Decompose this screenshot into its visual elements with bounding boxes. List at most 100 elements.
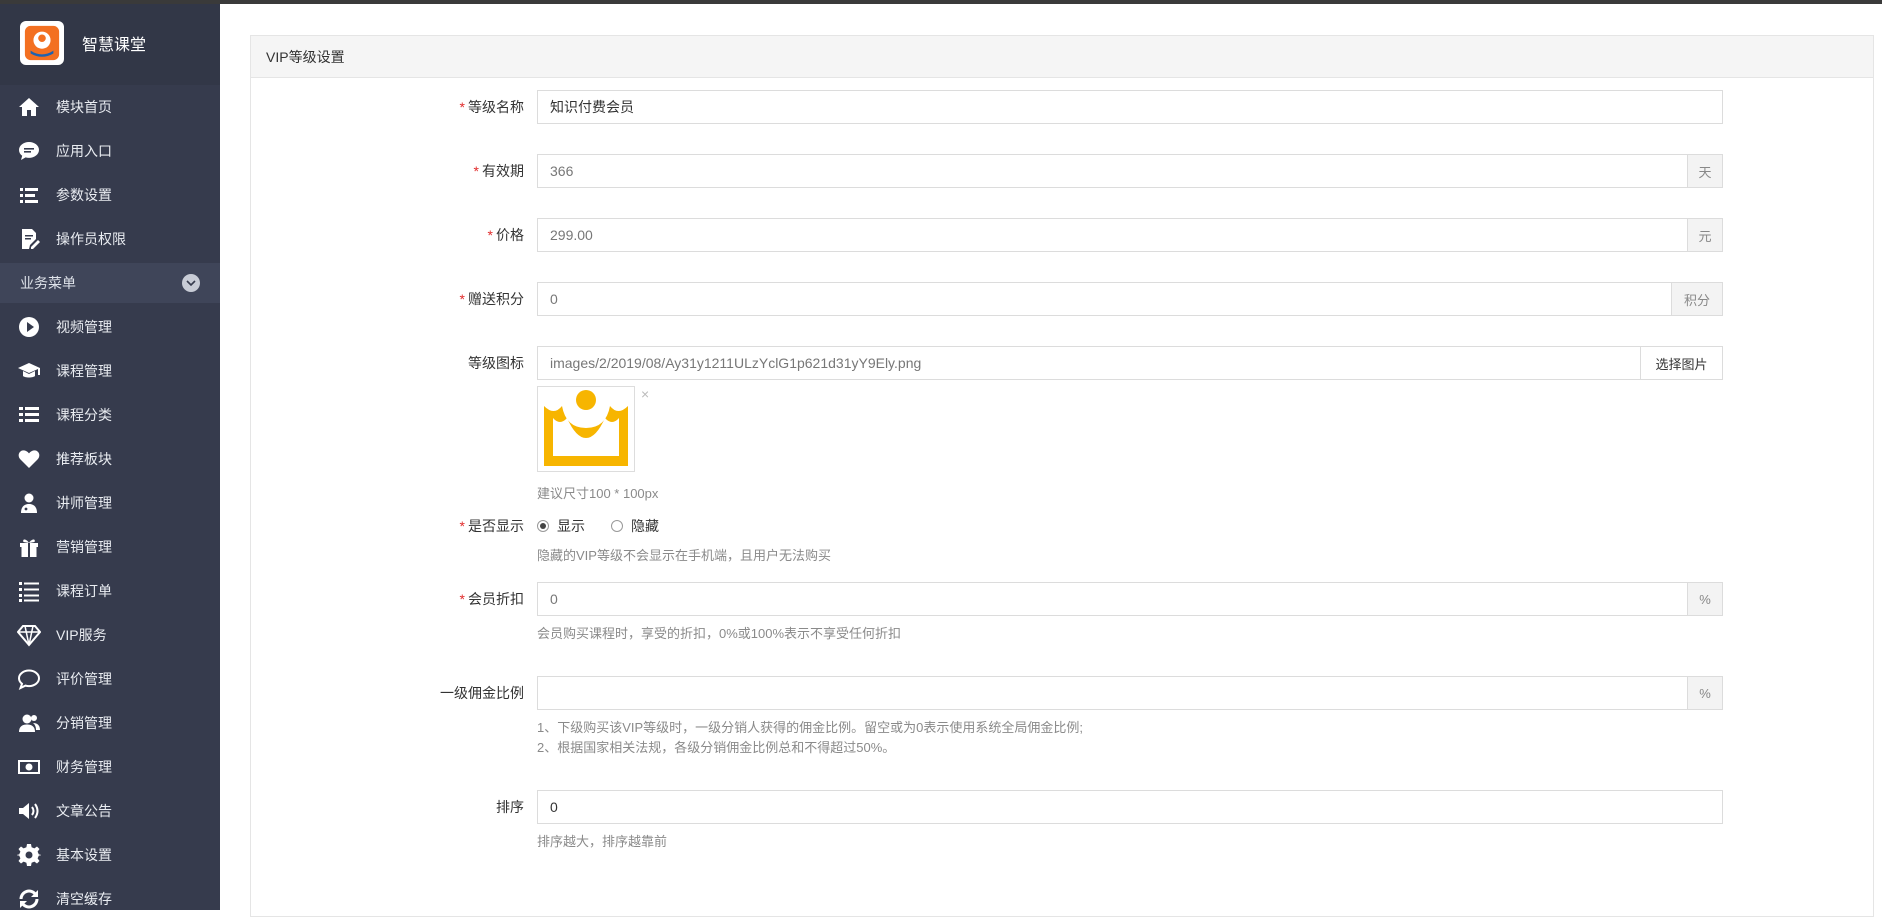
sidebar-item-finance[interactable]: 财务管理 (0, 745, 220, 789)
discount-label: * 会员折扣 (251, 582, 524, 616)
sidebar-item-review[interactable]: 评价管理 (0, 657, 220, 701)
gift-icon (16, 534, 42, 560)
radio-unchecked-icon[interactable] (611, 520, 623, 532)
discount-field-wrap: % (537, 582, 1723, 616)
sidebar-item-clear-cache[interactable]: 清空缓存 (0, 877, 220, 921)
refresh-icon (16, 886, 42, 912)
level-name-input[interactable] (538, 91, 1722, 123)
money-icon (16, 754, 42, 780)
sidebar-item-teacher[interactable]: 讲师管理 (0, 481, 220, 525)
points-input[interactable] (538, 283, 1671, 315)
sidebar-item-label: 财务管理 (56, 759, 112, 775)
sort-help: 排序越大，排序越靠前 (537, 834, 668, 849)
sort-label: 排序 (496, 799, 524, 815)
section-title: 业务菜单 (20, 275, 76, 291)
radio-checked-icon[interactable] (537, 520, 549, 532)
validity-input[interactable] (538, 155, 1687, 187)
display-radio-group: 显示 隐藏 (537, 509, 685, 543)
sidebar-item-parameter-settings[interactable]: 参数设置 (0, 173, 220, 217)
sidebar-item-label: 营销管理 (56, 539, 112, 555)
discount-unit: % (1687, 583, 1722, 615)
graduation-cap-icon (16, 358, 42, 384)
points-label: * 赠送积分 (251, 282, 524, 316)
sidebar-item-label: 课程订单 (56, 583, 112, 599)
level-icon-help: 建议尺寸100 * 100px (537, 486, 659, 501)
level-name-label: * 等级名称 (251, 90, 524, 124)
price-label: * 价格 (251, 218, 524, 252)
commission-help-1: 1、下级购买该VIP等级时，一级分销人获得的佣金比例。留空或为0表示使用系统全局… (537, 720, 1084, 735)
home-icon (16, 94, 42, 120)
validity-label: * 有效期 (251, 154, 524, 188)
commission-help-2: 2、根据国家相关法规，各级分销佣金比例总和不得超过50%。 (537, 740, 896, 755)
sidebar-item-label: 课程分类 (56, 407, 112, 423)
business-menu-header[interactable]: 业务菜单 (0, 263, 220, 303)
sidebar-item-course-order[interactable]: 课程订单 (0, 569, 220, 613)
sidebar-item-app-entry[interactable]: 应用入口 (0, 129, 220, 173)
sidebar-item-label: 推荐板块 (56, 451, 112, 467)
required-mark: * (487, 227, 493, 243)
crown-icon (540, 388, 632, 470)
sidebar-item-vip[interactable]: VIP服务 (0, 613, 220, 657)
sidebar-item-label: 评价管理 (56, 671, 112, 687)
price-input[interactable] (538, 219, 1687, 251)
display-show-radio[interactable]: 显示 (537, 516, 585, 536)
commission-label: 一级佣金比例 (440, 685, 524, 701)
sidebar-item-label: 基本设置 (56, 847, 112, 863)
display-hide-radio[interactable]: 隐藏 (611, 516, 659, 536)
comment-icon (16, 666, 42, 692)
document-edit-icon (16, 226, 42, 252)
sidebar-item-module-home[interactable]: 模块首页 (0, 85, 220, 129)
commission-input[interactable] (538, 677, 1687, 709)
sidebar-item-operator-permissions[interactable]: 操作员权限 (0, 217, 220, 261)
sidebar-item-label: VIP服务 (56, 627, 107, 643)
sidebar-item-basic-settings[interactable]: 基本设置 (0, 833, 220, 877)
choose-image-button[interactable]: 选择图片 (1640, 347, 1722, 379)
label-text: 价格 (496, 227, 524, 243)
radio-label: 隐藏 (631, 518, 659, 534)
play-circle-icon (16, 314, 42, 340)
sidebar-item-label: 课程管理 (56, 363, 112, 379)
sidebar-item-video[interactable]: 视频管理 (0, 305, 220, 349)
sidebar-item-recommend[interactable]: 推荐板块 (0, 437, 220, 481)
level-icon-label: 等级图标 (468, 355, 524, 371)
sidebar-item-course-category[interactable]: 课程分类 (0, 393, 220, 437)
display-help: 隐藏的VIP等级不会显示在手机端，且用户无法购买 (537, 548, 831, 563)
price-unit: 元 (1687, 219, 1722, 251)
level-icon-path-input[interactable] (538, 347, 1640, 379)
sidebar-item-course[interactable]: 课程管理 (0, 349, 220, 393)
sidebar-item-label: 文章公告 (56, 803, 112, 819)
sidebar-item-label: 操作员权限 (56, 231, 126, 247)
sidebar-item-label: 讲师管理 (56, 495, 112, 511)
sidebar-item-label: 模块首页 (56, 99, 112, 115)
sidebar-item-label: 清空缓存 (56, 891, 112, 907)
sidebar-item-marketing[interactable]: 营销管理 (0, 525, 220, 569)
display-label: * 是否显示 (251, 509, 524, 543)
panel-title: VIP等级设置 (251, 36, 1873, 78)
sidebar-item-label: 参数设置 (56, 187, 112, 203)
radio-label: 显示 (557, 518, 585, 534)
top-border (0, 0, 1882, 4)
label-text: 赠送积分 (468, 291, 524, 307)
chevron-down-icon[interactable] (182, 274, 200, 292)
brand[interactable]: 智慧课堂 (0, 0, 220, 85)
sort-input[interactable] (538, 791, 1722, 823)
validity-field-wrap: 天 (537, 154, 1723, 188)
discount-input[interactable] (538, 583, 1687, 615)
sidebar-item-article[interactable]: 文章公告 (0, 789, 220, 833)
sidebar: 智慧课堂 模块首页 应用入口 参数设置 操作员权限 业务菜单 视频管理 课程管理… (0, 0, 220, 910)
level-icon-preview (537, 386, 635, 472)
chat-bubble-icon (16, 138, 42, 164)
required-mark: * (459, 291, 465, 307)
level-icon-field-wrap: 选择图片 (537, 346, 1723, 380)
top-menu: 模块首页 应用入口 参数设置 操作员权限 (0, 85, 220, 261)
required-mark: * (459, 518, 465, 534)
sidebar-item-distribution[interactable]: 分销管理 (0, 701, 220, 745)
discount-help: 会员购买课程时，享受的折扣，0%或100%表示不享受任何折扣 (537, 626, 902, 641)
points-field-wrap: 积分 (537, 282, 1723, 316)
label-text: 等级名称 (468, 99, 524, 115)
teacher-icon (16, 490, 42, 516)
remove-image-icon[interactable]: × (641, 386, 649, 402)
users-icon (16, 710, 42, 736)
required-mark: * (473, 163, 479, 179)
commission-unit: % (1687, 677, 1722, 709)
